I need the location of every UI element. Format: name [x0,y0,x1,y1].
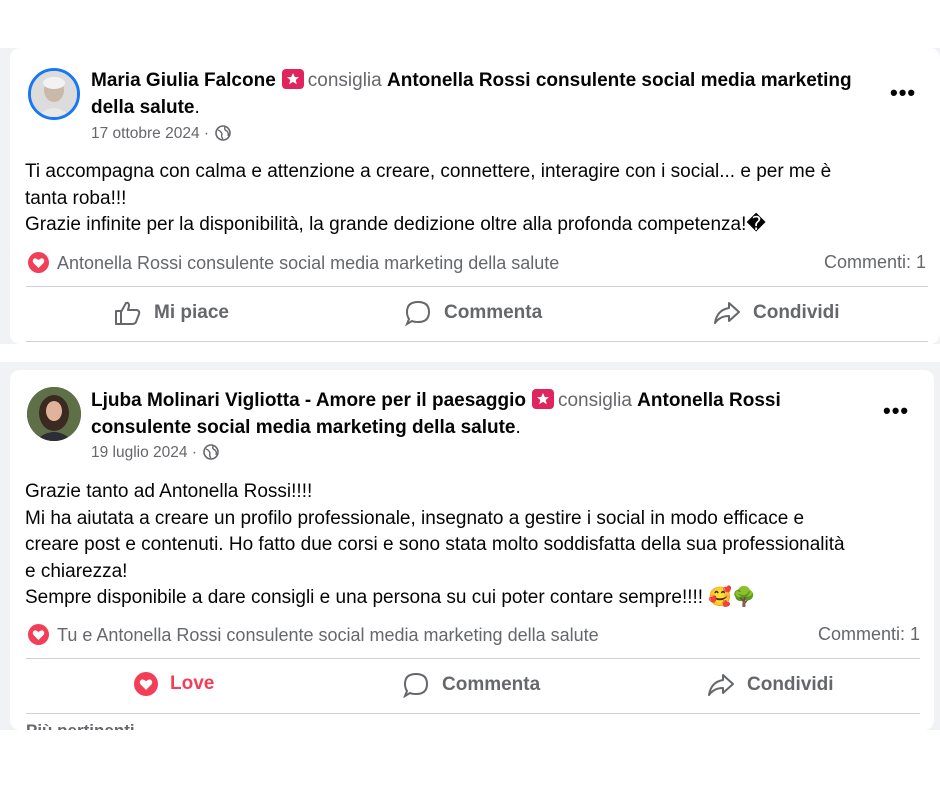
page-name[interactable]: Antonella Rossi [637,390,781,411]
heart-icon [28,624,49,645]
post-date-text[interactable]: 19 luglio 2024 · [91,444,197,461]
post-header: Maria Giulia Falcone consiglia Antonella … [91,67,891,121]
reactions-summary[interactable]: Tu e Antonella Rossi consulente social m… [28,624,599,646]
body-line: e chiarezza! [25,560,128,582]
body-line: Ti accompagna con calma e attenzione a c… [25,161,832,182]
thumbs-up-icon [115,301,141,325]
reactors-text: Antonella Rossi consulente social media … [57,253,560,273]
more-icon[interactable]: ••• [883,400,909,422]
divider [26,658,920,659]
globe-icon [215,125,232,141]
avatar-photo [27,387,81,441]
post-date-text[interactable]: 17 ottobre 2024 · [91,125,209,142]
reactions-summary[interactable]: Antonella Rossi consulente social media … [28,252,559,274]
post-body: Grazie tanto ad Antonella Rossi!!!! Mi h… [25,479,845,612]
comment-button[interactable]: Commenta [402,672,540,698]
post-date: 19 luglio 2024 · [91,444,220,462]
reactors-text: Tu e Antonella Rossi consulente social m… [57,625,599,645]
globe-icon [203,444,220,460]
avatar-photo [31,71,77,117]
like-button[interactable]: Mi piace [114,300,229,326]
heart-icon [28,252,49,273]
author-name[interactable]: Ljuba Molinari Vigliotta - Amore per il … [91,390,526,411]
post-header: Ljuba Molinari Vigliotta - Amore per il … [91,387,871,441]
comment-icon [405,300,431,326]
page-name-cont[interactable]: consulente social media marketing della … [91,417,516,438]
body-line: Grazie tanto ad Antonella Rossi!!!! [25,481,313,502]
post-card: Maria Giulia Falcone consiglia Antonella … [10,48,940,344]
heart-icon [134,672,158,696]
love-button[interactable]: Love [134,672,214,696]
post-body: Ti accompagna con calma e attenzione a c… [25,159,831,239]
love-label: Love [170,673,215,694]
page-name[interactable]: Antonella Rossi consulente social media … [387,70,852,91]
share-icon [714,302,740,324]
divider [26,286,928,287]
comment-icon [403,672,429,698]
period: . [515,417,521,438]
divider [26,341,928,342]
recommend-verb: consiglia [557,390,632,411]
avatar[interactable] [27,387,81,441]
page-name-cont[interactable]: della salute [91,97,195,118]
like-label: Mi piace [154,302,229,323]
body-line: creare post e contenuti. Ho fatto due co… [25,534,845,555]
comments-count[interactable]: Commenti: 1 [824,252,926,273]
recommend-verb: consiglia [307,70,382,91]
period: . [194,97,200,118]
share-button[interactable]: Condividi [707,672,834,698]
body-line: Grazie infinite per la disponibilità, la… [25,214,766,235]
comment-label: Commenta [444,302,543,323]
share-label: Condividi [747,674,834,695]
body-line: Mi ha aiutata a creare un profilo profes… [25,507,805,529]
share-label: Condividi [753,302,840,323]
comments-sort-cut[interactable]: Più pertinenti [26,721,135,730]
comment-label: Commenta [442,674,541,695]
comments-count[interactable]: Commenti: 1 [818,624,920,645]
author-name[interactable]: Maria Giulia Falcone [91,70,276,91]
recommend-icon [531,389,554,409]
post-card: Ljuba Molinari Vigliotta - Amore per il … [10,370,934,730]
share-button[interactable]: Condividi [713,300,840,326]
divider [26,713,920,714]
share-icon [708,674,734,696]
sort-label: Più pertinenti [26,721,135,730]
comment-button[interactable]: Commenta [404,300,542,326]
more-icon[interactable]: ••• [890,82,916,104]
recommend-icon [281,69,304,89]
avatar[interactable] [28,68,80,120]
post-date: 17 ottobre 2024 · [91,125,232,143]
body-line: Sempre disponibile a dare consigli e una… [25,587,756,608]
body-line: tanta roba!!! [25,187,127,209]
